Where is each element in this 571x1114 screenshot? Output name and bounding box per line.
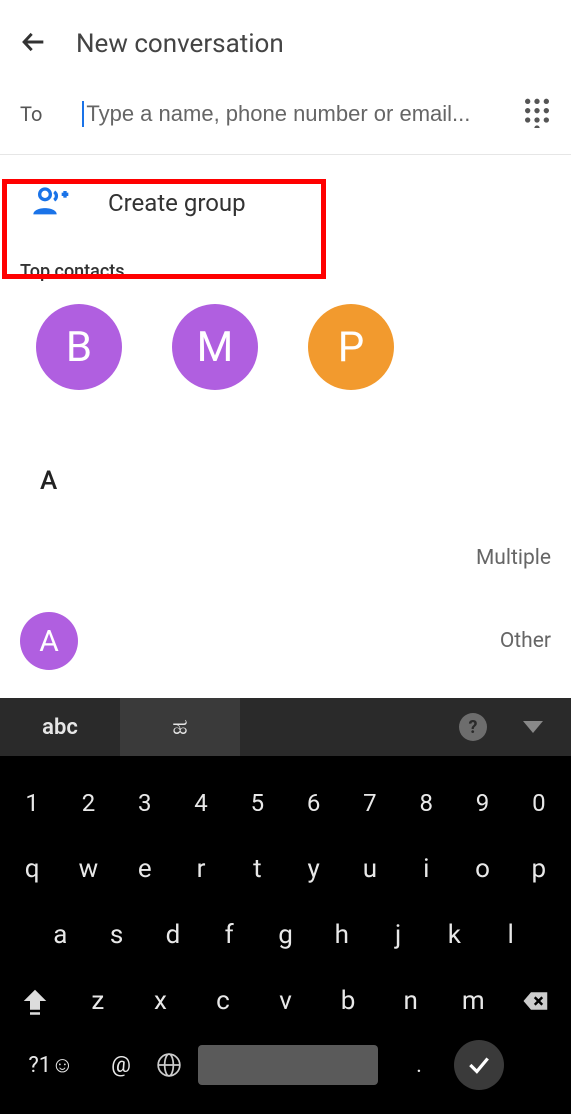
section-header: A — [0, 410, 571, 506]
dialpad-icon[interactable] — [521, 96, 553, 132]
key[interactable]: u — [342, 854, 398, 884]
help-icon[interactable]: ? — [459, 713, 487, 741]
period-key[interactable]: . — [394, 1053, 444, 1078]
key[interactable]: k — [426, 920, 482, 950]
collapse-keyboard-icon[interactable] — [523, 721, 543, 733]
key[interactable]: w — [60, 854, 116, 884]
key[interactable]: q — [4, 854, 60, 884]
key[interactable]: i — [398, 854, 454, 884]
top-contacts: B M P — [0, 282, 571, 410]
keyboard-row-2: a s d f g h j k l — [4, 902, 567, 968]
key[interactable]: 3 — [117, 789, 173, 817]
recipient-input[interactable] — [82, 101, 481, 127]
key[interactable]: x — [129, 986, 192, 1016]
at-key[interactable]: @ — [96, 1053, 146, 1078]
keyboard-row-3: z x c v b n m — [4, 968, 567, 1034]
create-group-button[interactable]: Create group — [0, 155, 571, 257]
key[interactable]: f — [201, 920, 257, 950]
keyboard: abc ಹ ? 1 2 3 4 5 6 7 8 9 0 q w e r t y … — [0, 698, 571, 1114]
avatar[interactable]: P — [308, 304, 394, 390]
keyboard-tab-abc[interactable]: abc — [0, 698, 120, 756]
key[interactable]: h — [314, 920, 370, 950]
key[interactable]: c — [192, 986, 255, 1016]
key[interactable]: d — [145, 920, 201, 950]
spacebar[interactable] — [198, 1045, 378, 1085]
enter-key[interactable] — [454, 1040, 504, 1090]
key[interactable]: r — [173, 854, 229, 884]
key[interactable]: p — [511, 854, 567, 884]
key[interactable]: 1 — [4, 789, 60, 817]
keyboard-row-1: q w e r t y u i o p — [4, 836, 567, 902]
avatar[interactable]: B — [36, 304, 122, 390]
top-contacts-heading: Top contacts — [0, 257, 571, 282]
key[interactable]: 4 — [173, 789, 229, 817]
list-item[interactable]: Multiple — [0, 506, 571, 598]
language-key[interactable] — [156, 1052, 182, 1078]
key[interactable]: y — [285, 854, 341, 884]
key[interactable]: a — [32, 920, 88, 950]
key[interactable]: j — [370, 920, 426, 950]
contact-meta: Multiple — [476, 546, 551, 570]
to-label: To — [20, 102, 42, 126]
key[interactable]: b — [317, 986, 380, 1016]
key[interactable]: 0 — [511, 789, 567, 817]
symbols-key[interactable]: ?1☺ — [16, 1052, 86, 1078]
key[interactable]: 2 — [60, 789, 116, 817]
page-title: New conversation — [76, 29, 284, 59]
backspace-key[interactable] — [505, 986, 568, 1016]
key[interactable]: v — [254, 986, 317, 1016]
keyboard-top-bar: abc ಹ ? — [0, 698, 571, 756]
key[interactable]: 9 — [454, 789, 510, 817]
key[interactable]: e — [117, 854, 173, 884]
keyboard-num-row: 1 2 3 4 5 6 7 8 9 0 — [4, 770, 567, 836]
key[interactable]: t — [229, 854, 285, 884]
key[interactable]: z — [67, 986, 130, 1016]
key[interactable]: g — [257, 920, 313, 950]
key[interactable]: 6 — [285, 789, 341, 817]
group-add-icon — [30, 181, 70, 225]
key[interactable]: 8 — [398, 789, 454, 817]
keyboard-bottom-row: ?1☺ @ . — [4, 1034, 567, 1104]
key[interactable]: o — [454, 854, 510, 884]
list-item[interactable]: A Other — [0, 598, 571, 684]
contact-meta: Other — [500, 629, 551, 653]
header: New conversation — [0, 0, 571, 78]
key[interactable]: m — [442, 986, 505, 1016]
avatar[interactable]: M — [172, 304, 258, 390]
keyboard-tab-script[interactable]: ಹ — [120, 698, 240, 756]
back-icon[interactable] — [20, 28, 48, 60]
key[interactable]: l — [483, 920, 539, 950]
create-group-label: Create group — [108, 189, 246, 217]
to-row: To — [0, 78, 571, 155]
contact-list: Multiple A Other — [0, 506, 571, 684]
shift-key[interactable] — [4, 986, 67, 1016]
key[interactable]: s — [88, 920, 144, 950]
avatar: A — [20, 612, 78, 670]
key[interactable]: n — [379, 986, 442, 1016]
key[interactable]: 5 — [229, 789, 285, 817]
key[interactable]: 7 — [342, 789, 398, 817]
